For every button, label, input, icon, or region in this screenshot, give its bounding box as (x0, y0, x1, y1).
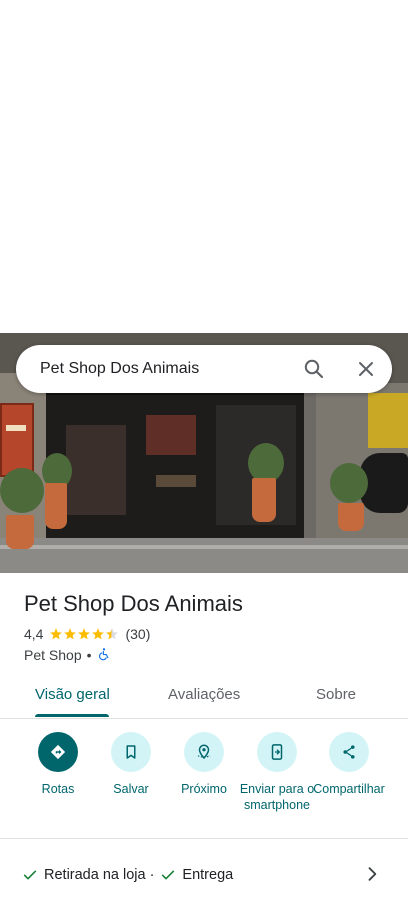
review-count[interactable]: (30) (125, 626, 150, 642)
rating-row[interactable]: 4,4 (30) (24, 625, 150, 643)
send-to-phone-icon (257, 732, 297, 772)
star-icon (92, 628, 105, 640)
share-label: Compartilhar (313, 782, 385, 796)
map-area[interactable] (0, 0, 408, 333)
share-button[interactable]: Compartilhar (311, 732, 387, 797)
tab-indicator (35, 714, 109, 717)
delivery-option: Entrega (182, 867, 234, 883)
tab-overview[interactable]: Visão geral (35, 686, 110, 703)
close-icon[interactable] (354, 357, 378, 381)
place-title: Pet Shop Dos Animais (24, 591, 243, 616)
search-query[interactable]: Pet Shop Dos Animais (40, 360, 199, 378)
rating-stars (49, 627, 119, 641)
nearby-label: Próximo (181, 782, 227, 796)
star-icon (64, 628, 77, 640)
tab-bar: Visão geral Avaliações Sobre (0, 676, 408, 719)
star-icon (78, 628, 91, 640)
check-icon (23, 870, 37, 880)
star-half-icon (106, 628, 119, 640)
tab-reviews[interactable]: Avaliações (168, 686, 240, 703)
save-label: Salvar (113, 782, 149, 796)
wheelchair-icon (97, 647, 111, 664)
directions-button[interactable]: Rotas (20, 732, 96, 797)
service-options-row[interactable]: Retirada na loja · Entrega (0, 854, 408, 898)
chevron-right-icon[interactable] (362, 864, 382, 884)
nearby-button[interactable]: Próximo (166, 732, 242, 797)
search-icon[interactable] (302, 357, 326, 381)
save-button[interactable]: Salvar (93, 732, 169, 797)
search-bar[interactable]: Pet Shop Dos Animais (16, 345, 392, 393)
tab-about[interactable]: Sobre (316, 686, 356, 703)
pickup-option: Retirada na loja (44, 867, 146, 883)
separator-dot: • (86, 647, 92, 663)
directions-icon (38, 732, 78, 772)
share-icon (329, 732, 369, 772)
place-category: Pet Shop (24, 647, 82, 663)
send-to-phone-button[interactable]: Enviar para o smartphone (239, 732, 315, 813)
nearby-icon (184, 732, 224, 772)
star-icon (50, 628, 63, 640)
separator-dot: · (149, 867, 155, 883)
category-row: Pet Shop • (24, 646, 111, 664)
divider (0, 838, 408, 839)
bookmark-icon (111, 732, 151, 772)
rating-value: 4,4 (24, 626, 44, 642)
action-bar: Rotas Salvar Próximo Enviar para o smart… (0, 732, 408, 838)
send-to-phone-label: Enviar para o smartphone (239, 782, 315, 812)
check-icon (162, 870, 175, 880)
directions-label: Rotas (41, 782, 75, 796)
